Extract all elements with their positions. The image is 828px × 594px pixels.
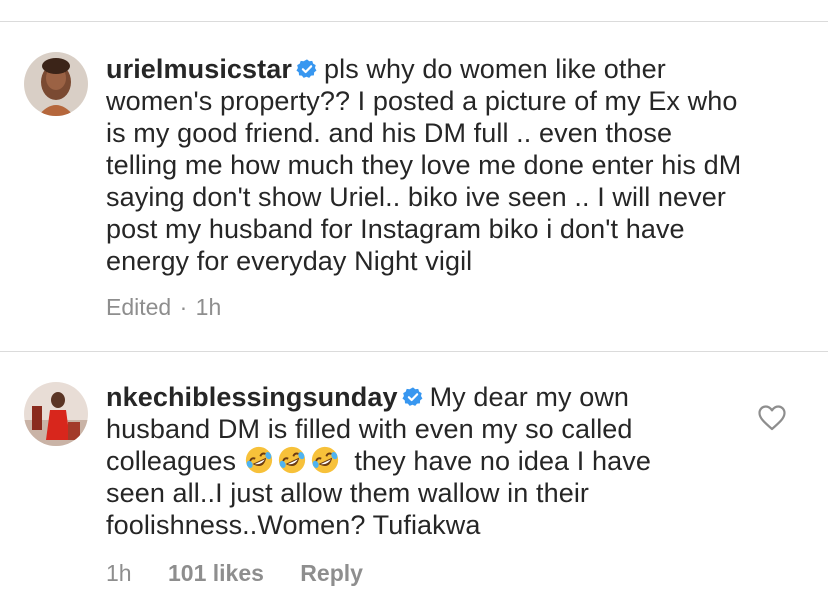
comment-line-text: they have no idea I have [354, 446, 651, 476]
comment-line: husband DM is filled with even my so cal… [106, 414, 633, 444]
rolling-on-floor-laughing-emoji-icon [245, 446, 272, 474]
verified-badge-icon [296, 59, 317, 78]
comment-line: telling me how much they love me done en… [106, 150, 742, 180]
comment-line: energy for everyday Night vigil [106, 246, 473, 276]
comment-meta: Edited · 1h [106, 294, 221, 321]
edited-label: Edited [106, 294, 172, 320]
meta-separator: · [179, 294, 188, 320]
comment-line-text: My dear my own [429, 382, 630, 412]
verified-badge-icon [402, 387, 423, 406]
rolling-on-floor-laughing-emoji-icon [311, 446, 338, 474]
comment-line: saying don't show Uriel.. biko ive seen … [106, 182, 726, 212]
comment-line: post my husband for Instagram biko i don… [106, 214, 685, 244]
comment-time: 1h [106, 560, 132, 586]
comment-time: 1h [195, 294, 222, 320]
username[interactable]: nkechiblessingsunday [106, 382, 398, 412]
comment-line-text: colleagues [106, 446, 237, 476]
heart-outline-icon[interactable] [758, 405, 786, 431]
comment-line: seen all..I just allow them wallow in th… [106, 478, 590, 508]
username[interactable]: urielmusicstar [106, 54, 292, 84]
comment-divider [0, 351, 828, 352]
comment-body: nkechiblessingsunday My dear my own husba… [106, 381, 651, 541]
top-divider [0, 21, 828, 22]
likes-count-button[interactable]: 101 likes [168, 560, 264, 587]
comment-line: is my good friend. and his DM full .. ev… [106, 118, 673, 148]
avatar-urielmusicstar[interactable] [24, 52, 88, 116]
comment-line: foolishness..Women? Tufiakwa [106, 510, 481, 540]
comment-line: urielmusicstar pls why do women like othe… [106, 53, 741, 85]
avatar-nkechiblessingsunday[interactable] [24, 382, 88, 446]
comment-line: women's property?? I posted a picture of… [106, 86, 738, 116]
rolling-on-floor-laughing-emoji-icon [278, 446, 305, 474]
reply-button[interactable]: Reply [300, 560, 363, 587]
comment-body: urielmusicstar pls why do women like othe… [106, 53, 741, 277]
comment-meta: 1h 101 likes Reply [106, 560, 363, 587]
comment-line: nkechiblessingsunday My dear my own [106, 381, 651, 413]
comment-line-text: pls why do women like other [323, 54, 666, 84]
comment-line: colleagues they have no idea I have [106, 445, 651, 477]
